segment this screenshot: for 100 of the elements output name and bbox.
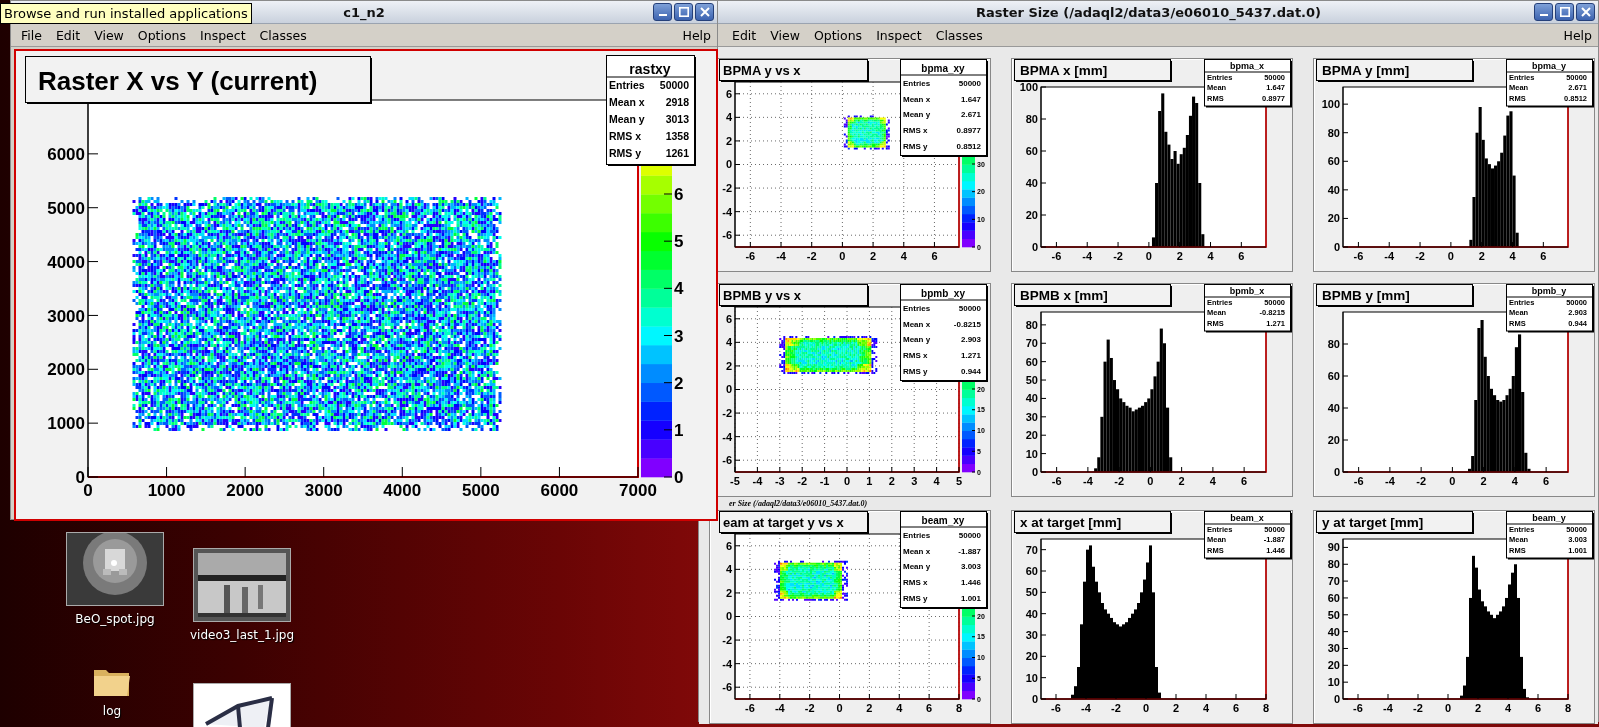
menu-item[interactable]: Options	[813, 27, 863, 43]
stats-label: Entries	[903, 79, 931, 89]
plot-title: BPMA y vs x	[719, 59, 869, 82]
tick-label: 3000	[47, 306, 85, 326]
tick-label: 6	[725, 87, 732, 100]
stats-value: 3013	[665, 113, 689, 126]
tick-label: -6	[1051, 250, 1062, 262]
tick-label: 30	[1025, 410, 1038, 423]
menu-item[interactable]: Edit	[55, 27, 81, 43]
stats-title: bpmb_y	[1531, 286, 1567, 296]
tick-label: 2	[1178, 475, 1185, 487]
tick-label: 6	[1238, 250, 1245, 262]
stats-label: Entries	[903, 304, 931, 314]
tick-label: -4	[722, 205, 732, 218]
tick-label: 80	[1327, 558, 1340, 571]
stats-value: 50000	[659, 79, 689, 92]
stats-value: 3.003	[960, 562, 981, 572]
tick-label: 0	[674, 468, 684, 488]
stats-title: bpmb_xy	[921, 288, 965, 299]
stats-title: rastxy	[629, 61, 671, 77]
tick-label: 30	[1327, 642, 1340, 655]
tick-label: 2	[888, 475, 895, 487]
tick-label: -4	[752, 475, 763, 487]
tick-label: 0	[1444, 702, 1452, 714]
tick-label: 3	[674, 326, 684, 346]
tick-label: -4	[1384, 250, 1395, 262]
tick-label: 100	[1019, 80, 1038, 93]
stats-label: Entries	[903, 531, 931, 541]
stats-label: RMS x	[609, 130, 642, 143]
menu-item[interactable]: Classes	[259, 27, 307, 43]
tick-label: 2	[674, 373, 684, 393]
tick-label: 0	[725, 158, 732, 171]
stats-value: 0.8977	[956, 126, 981, 136]
menu-item[interactable]: File	[21, 27, 42, 43]
help-menu[interactable]: Help	[682, 27, 711, 43]
stats-label: Mean y	[903, 335, 931, 345]
tick-label: 90	[1327, 541, 1340, 554]
plot-title: BPMB x [mm]	[1014, 284, 1172, 307]
tick-label: 8	[955, 702, 963, 714]
tick-label: -2	[806, 250, 817, 262]
tick-label: 0	[1333, 692, 1340, 705]
tick-label: 2	[725, 586, 732, 599]
tick-label: -4	[1385, 475, 1395, 487]
stats-value: 1358	[665, 130, 689, 143]
file-label[interactable]: log	[102, 704, 122, 718]
tick-label: 60	[1025, 355, 1038, 368]
tick-label: 4	[900, 250, 907, 262]
stats-value: 2.903	[960, 335, 981, 345]
tick-label: 60	[1025, 144, 1038, 157]
tick-label: -4	[1082, 250, 1093, 262]
tick-label: -6	[1353, 702, 1363, 714]
help-menu[interactable]: Help	[1563, 27, 1592, 43]
tick-label: 4	[1209, 475, 1216, 487]
menu-item[interactable]: Inspect	[876, 27, 922, 43]
tick-label: -2	[722, 407, 732, 420]
tick-label: -6	[1051, 475, 1062, 487]
tick-label: 4	[1509, 250, 1516, 262]
tick-label: 40	[1025, 607, 1038, 620]
tick-label: 40	[1327, 401, 1340, 414]
tick-label: 6	[1540, 250, 1547, 262]
tick-label: -4	[1083, 475, 1093, 487]
tick-label: 2	[1474, 702, 1482, 714]
menu-item[interactable]: Classes	[935, 27, 983, 43]
file-label[interactable]: video3_last_1.jpg	[189, 628, 295, 642]
stats-title: beam_x	[1230, 513, 1264, 523]
plot-title: BPMB y [mm]	[1316, 284, 1474, 307]
menu-item[interactable]: Edit	[732, 27, 757, 43]
stats-title: bpma_y	[1532, 61, 1566, 71]
tick-label: 80	[1025, 318, 1038, 331]
plot-title: BPMA x [mm]	[1014, 59, 1172, 82]
stats-value: 50000	[958, 304, 981, 314]
tick-label: 20	[1327, 212, 1340, 225]
tick-label: 1	[866, 475, 873, 487]
tick-label: -2	[722, 634, 732, 647]
tick-label: 8	[1564, 702, 1572, 714]
plot-title: BPMB y vs x	[719, 284, 869, 307]
tick-label: 10	[1025, 671, 1038, 684]
tick-label: 7000	[619, 481, 657, 500]
stats-label: Mean y	[903, 110, 931, 120]
menu-item[interactable]: Inspect	[200, 27, 246, 43]
stats-label: RMS x	[903, 126, 928, 136]
tick-label: 2	[1478, 250, 1485, 262]
stats-value: 1.647	[960, 94, 981, 104]
tick-label: 0	[1447, 250, 1454, 262]
tick-label: 6	[1241, 475, 1248, 487]
tick-label: -6	[1353, 475, 1364, 487]
tick-label: 60	[1327, 369, 1340, 382]
menu-item[interactable]: Options	[137, 27, 187, 43]
menu-item[interactable]: View	[94, 27, 124, 43]
tick-label: 0	[1333, 240, 1340, 253]
file-label[interactable]: BeO_spot.jpg	[75, 612, 155, 626]
tick-label: -2	[722, 182, 732, 195]
tick-label: 20	[1327, 433, 1340, 446]
tick-label: 0	[1031, 692, 1038, 705]
stats-title: bpmb_x	[1229, 286, 1265, 296]
menu-item[interactable]: View	[770, 27, 800, 43]
tick-label: 6	[1232, 702, 1240, 714]
tick-label: 4	[1504, 702, 1512, 714]
tick-label: 4	[725, 111, 732, 124]
tick-label: -6	[722, 454, 732, 467]
